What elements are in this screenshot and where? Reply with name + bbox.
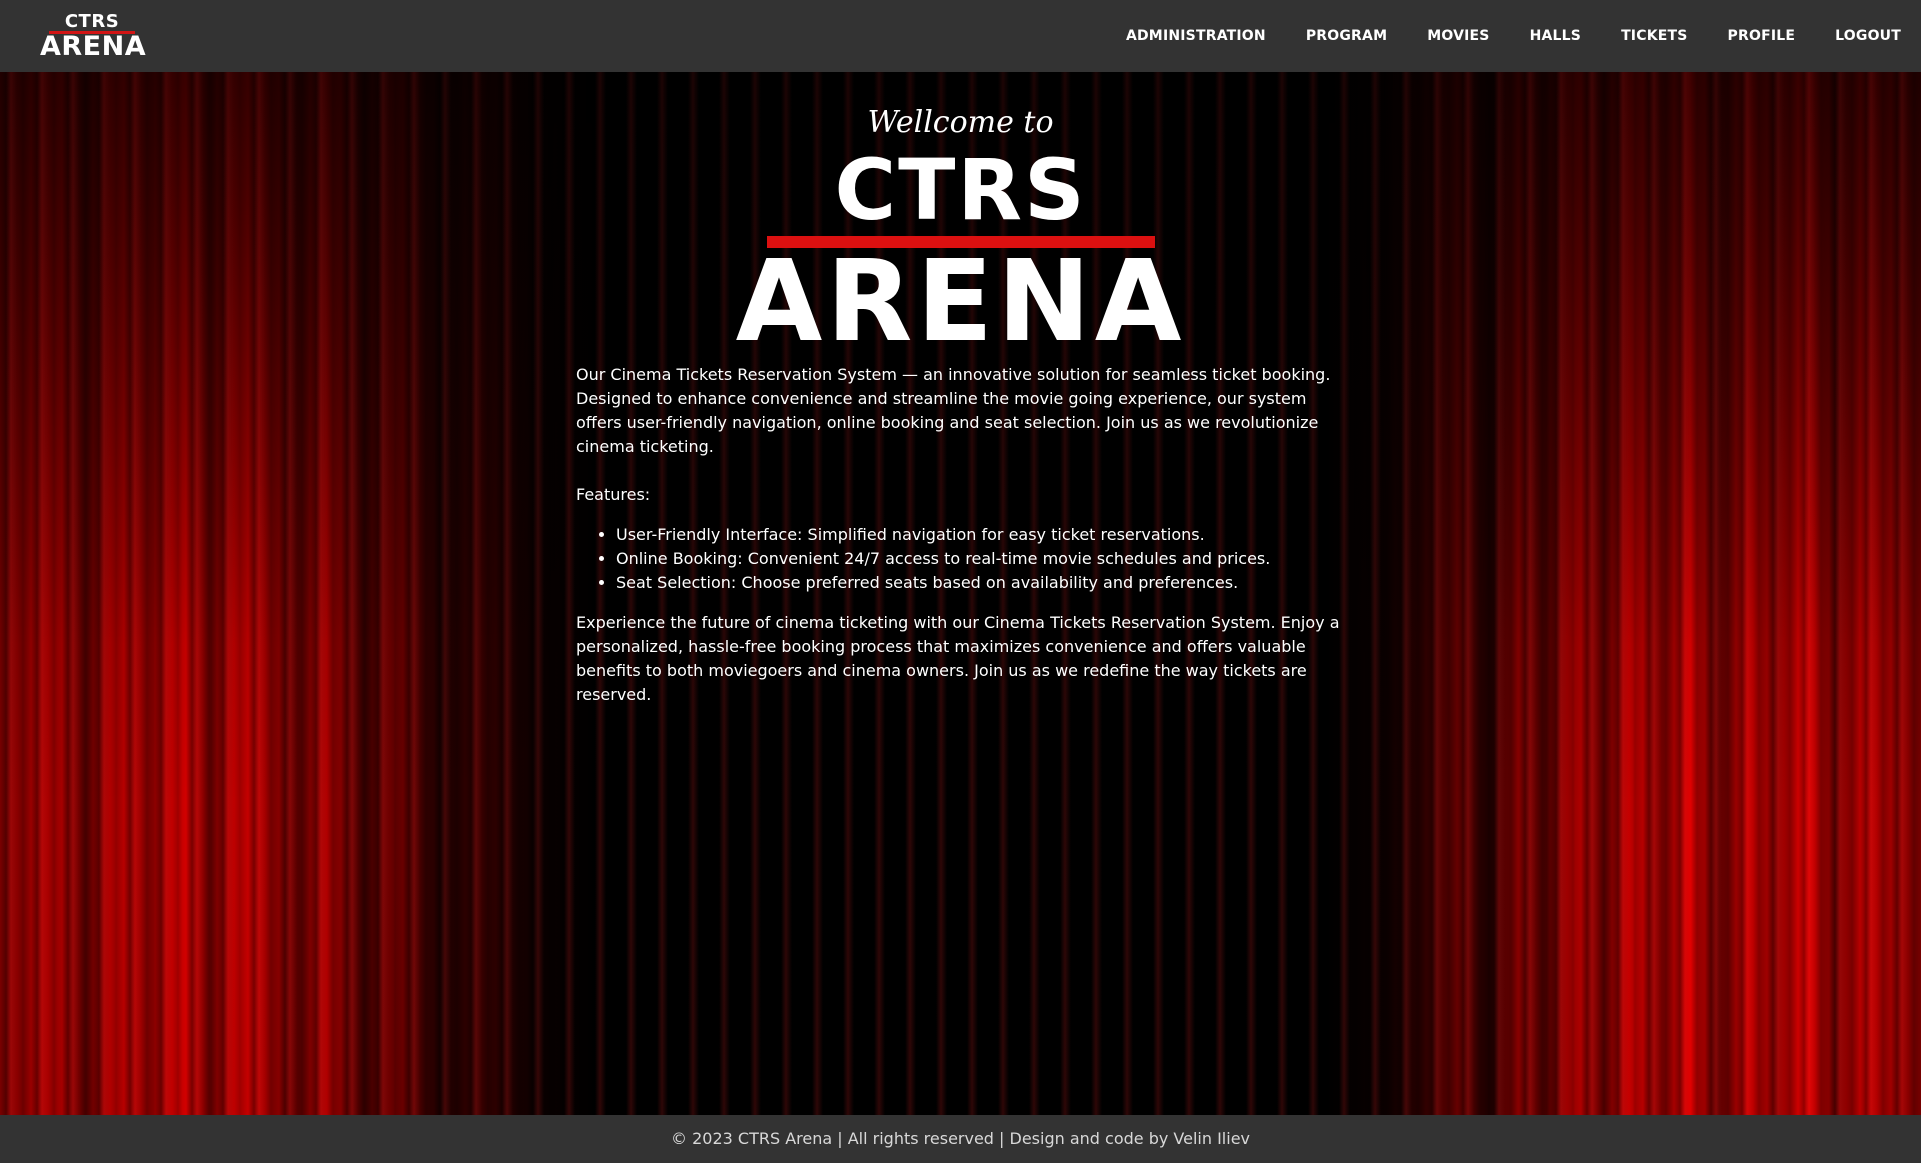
hero-title: Wellcome to CTRS ARENA — [0, 104, 1921, 367]
footer: © 2023 CTRS Arena | All rights reserved … — [0, 1115, 1921, 1163]
nav-administration[interactable]: ADMINISTRATION — [1106, 28, 1286, 44]
welcome-text: Wellcome to — [867, 105, 1054, 140]
feature-item: Seat Selection: Choose preferred seats b… — [616, 571, 1346, 595]
features-list: User-Friendly Interface: Simplified navi… — [576, 523, 1346, 595]
intro-content: Our Cinema Tickets Reservation System — … — [576, 363, 1346, 731]
closing-paragraph: Experience the future of cinema ticketin… — [576, 613, 1340, 704]
feature-item: Online Booking: Convenient 24/7 access t… — [616, 547, 1346, 571]
site-logo[interactable]: CTRS ARENA — [40, 11, 147, 62]
features-heading: Features: — [576, 485, 651, 504]
feature-item: User-Friendly Interface: Simplified navi… — [616, 523, 1346, 547]
hero-title-arena: ARENA — [735, 237, 1186, 367]
nav-program[interactable]: PROGRAM — [1286, 28, 1407, 44]
page: CTRS ARENA ADMINISTRATION PROGRAM MOVIES… — [0, 0, 1921, 1163]
logo-line1: CTRS — [64, 11, 120, 32]
nav-logout[interactable]: LOGOUT — [1815, 28, 1921, 44]
nav-tickets[interactable]: TICKETS — [1601, 28, 1707, 44]
logo-line2: ARENA — [40, 31, 147, 62]
hero-title-ctrs: CTRS — [834, 141, 1087, 239]
nav-profile[interactable]: PROFILE — [1708, 28, 1816, 44]
footer-text: © 2023 CTRS Arena | All rights reserved … — [671, 1129, 1250, 1148]
nav-halls[interactable]: HALLS — [1510, 28, 1601, 44]
nav-movies[interactable]: MOVIES — [1407, 28, 1509, 44]
top-navbar: CTRS ARENA ADMINISTRATION PROGRAM MOVIES… — [0, 0, 1921, 72]
intro-paragraph: Our Cinema Tickets Reservation System — … — [576, 365, 1331, 456]
main-nav: ADMINISTRATION PROGRAM MOVIES HALLS TICK… — [1106, 0, 1921, 72]
